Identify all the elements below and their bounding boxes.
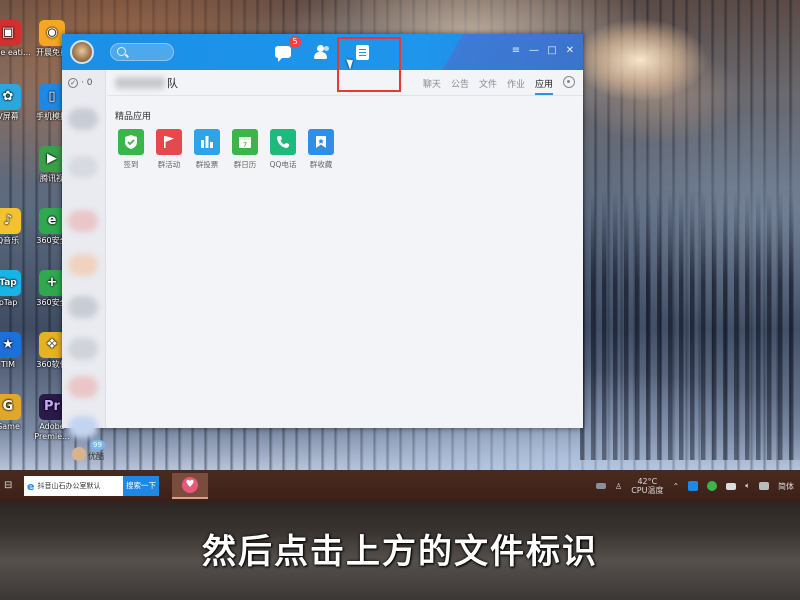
check-icon: ✓ — [68, 78, 78, 88]
tab-chat[interactable]: 聊天 — [423, 77, 441, 95]
taskbar: ⊟ e 抖音山石办公室默认 搜索一下 ♥ ♙ 42°C CPU温度 ⌃ 🔈︎ 简… — [0, 470, 800, 502]
app-checkin[interactable]: 签到 — [117, 129, 145, 170]
taptap-icon: Tap — [0, 270, 21, 296]
volume-icon[interactable]: 🔈︎ — [745, 481, 750, 491]
browser-icon: e — [27, 479, 35, 493]
360-icon[interactable] — [707, 481, 718, 491]
menu-icon[interactable]: ≡ — [511, 45, 521, 57]
conversation-list: ✓ · 0 99 优酷 — [62, 70, 106, 461]
security-icon[interactable] — [688, 481, 699, 491]
taskbar-app-button[interactable]: ♥ — [172, 473, 208, 499]
phone-icon — [270, 129, 296, 155]
list-item[interactable] — [68, 296, 98, 318]
list-item[interactable] — [68, 108, 98, 130]
list-item[interactable] — [68, 210, 98, 232]
apps-panel: 精品应用 签到 群活动 群投票 7 群日历 QQ电话 群收藏 — [107, 97, 583, 428]
task-view-icon[interactable]: ⊟ — [4, 480, 12, 491]
system-tray: ♙ 42°C CPU温度 ⌃ 🔈︎ 简体 — [596, 476, 794, 496]
tab-messages[interactable]: 5 — [272, 36, 301, 62]
unread-badge: 5 — [289, 36, 301, 48]
section-title: 精品应用 — [115, 112, 152, 122]
close-button[interactable]: ✕ — [565, 45, 575, 57]
bookmark-icon — [308, 129, 334, 155]
app-group-calendar[interactable]: 7 群日历 — [231, 129, 259, 170]
tab-apps[interactable]: 应用 — [534, 77, 553, 95]
minimize-button[interactable]: — — [529, 45, 539, 57]
qq-titlebar: 5 ≡ — □ ✕ — [62, 34, 583, 70]
list-item[interactable] — [68, 338, 98, 360]
highlight-annotation — [337, 37, 401, 92]
list-item[interactable] — [68, 416, 98, 438]
check-shield-icon — [118, 129, 144, 155]
cpu-temperature[interactable]: 42°C CPU温度 — [631, 477, 663, 495]
network-icon[interactable] — [759, 482, 769, 490]
chevron-up-icon[interactable]: ⌃ — [672, 482, 679, 491]
flag-icon — [156, 129, 182, 155]
app-qq-call[interactable]: QQ电话 — [269, 129, 297, 170]
taskbar-search[interactable]: e 抖音山石办公室默认 — [24, 476, 124, 496]
keyboard-icon[interactable] — [596, 483, 607, 489]
qq-window: 5 ≡ — □ ✕ ✓ · 0 99 优酷 队 聊天 公告 文件 作业 应用 精… — [62, 34, 583, 461]
svg-text:7: 7 — [243, 141, 247, 149]
user-icon[interactable]: ♙ — [615, 482, 622, 491]
tab-homework[interactable]: 作业 — [507, 77, 525, 95]
avatar[interactable] — [72, 447, 86, 461]
avatar[interactable] — [70, 40, 94, 64]
wallpaper-trees — [580, 190, 800, 460]
list-item[interactable] — [68, 376, 98, 398]
adobe-icon: ▣ — [0, 20, 21, 46]
tab-files[interactable]: 文件 — [479, 77, 497, 95]
gear-icon[interactable] — [563, 76, 575, 88]
message-bubble-icon — [275, 46, 291, 62]
calendar-icon: 7 — [232, 129, 258, 155]
search-button[interactable]: 搜索一下 — [123, 476, 159, 496]
tab-contacts[interactable] — [311, 42, 333, 62]
music-icon: ♪ — [0, 208, 21, 234]
search-input[interactable] — [110, 43, 174, 61]
search-icon — [117, 47, 126, 56]
heart-icon: ♥ — [182, 477, 198, 493]
count-badge: 99 — [90, 440, 105, 450]
status-row[interactable]: ✓ · 0 — [68, 78, 92, 88]
window-controls: ≡ — □ ✕ — [511, 45, 575, 57]
video-subtitle: 然后点击上方的文件标识 — [202, 532, 598, 572]
group-tabs: 聊天 公告 文件 作业 应用 — [423, 77, 553, 95]
group-name: 队 — [167, 77, 178, 90]
app-group-activity[interactable]: 群活动 — [155, 129, 183, 170]
apps-grid: 签到 群活动 群投票 7 群日历 QQ电话 群收藏 — [117, 129, 335, 170]
contacts-icon — [313, 45, 331, 59]
ime-indicator[interactable]: 简体 — [778, 481, 794, 492]
list-item[interactable] — [68, 254, 98, 276]
list-item[interactable] — [68, 156, 98, 178]
screen-icon: ✿ — [0, 84, 21, 110]
game-icon: G — [0, 394, 21, 420]
bar-chart-icon — [194, 129, 220, 155]
group-name-blurred — [115, 77, 165, 89]
list-item-label: 优酷 — [88, 452, 104, 461]
app-group-vote[interactable]: 群投票 — [193, 129, 221, 170]
tab-announcement[interactable]: 公告 — [451, 77, 469, 95]
maximize-button[interactable]: □ — [547, 45, 557, 57]
app-group-favorites[interactable]: 群收藏 — [307, 129, 335, 170]
battery-icon[interactable] — [726, 482, 737, 490]
star-icon: ★ — [0, 332, 21, 358]
